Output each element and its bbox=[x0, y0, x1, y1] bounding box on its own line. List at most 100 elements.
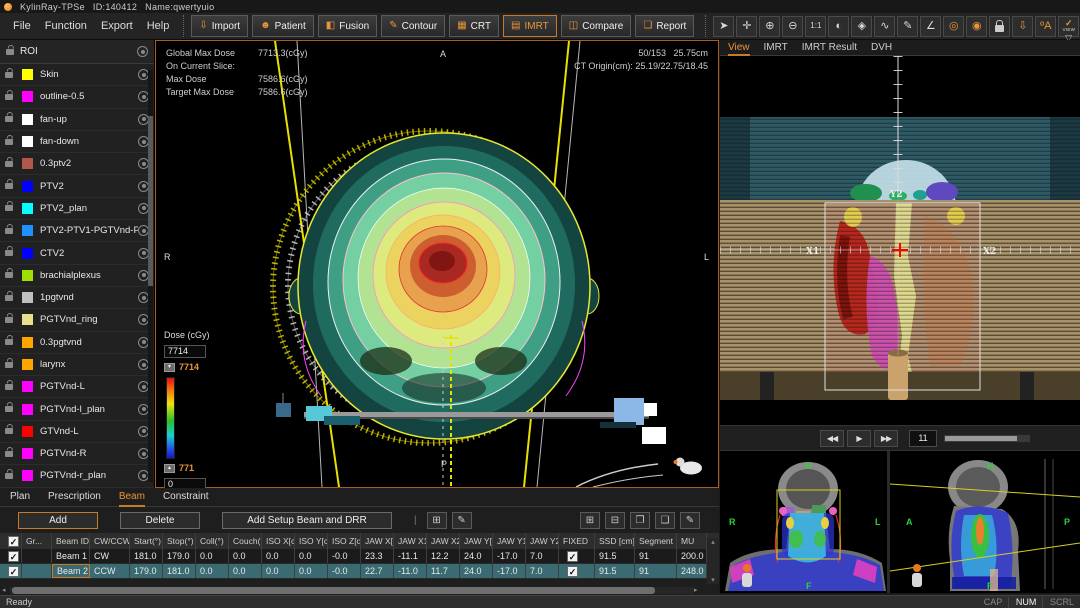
column-header-iso_y[interactable]: ISO Y[c... bbox=[295, 533, 328, 549]
roi-list-item[interactable]: brachialplexus bbox=[0, 265, 154, 287]
roi-lock-icon[interactable] bbox=[5, 317, 13, 323]
rewind-icon[interactable]: ◀◀ bbox=[820, 430, 844, 447]
cell-segment[interactable]: 91 bbox=[635, 564, 677, 578]
column-header-stop[interactable]: Stop(°) bbox=[163, 533, 196, 549]
roi-list-item[interactable]: fan-down bbox=[0, 131, 154, 153]
contrast-icon[interactable]: ◐ bbox=[828, 16, 849, 37]
roi-lock-icon[interactable] bbox=[5, 272, 13, 278]
font-annotation-icon[interactable]: ºA bbox=[1035, 16, 1056, 37]
dose-gradient-bar[interactable] bbox=[166, 377, 175, 459]
play-icon[interactable]: ▶ bbox=[847, 430, 871, 447]
beam-table-hscrollbar[interactable]: ◂▸ bbox=[2, 586, 702, 594]
edit-beam-template-icon[interactable]: ✎ bbox=[452, 512, 472, 529]
roi-list-item[interactable]: PTV2-PTV1-PGTVnd-PGTVn: bbox=[0, 220, 154, 242]
roi-lock-icon[interactable] bbox=[5, 473, 13, 479]
coronal-view[interactable]: H R L F bbox=[720, 451, 887, 593]
profile-icon[interactable]: ∿ bbox=[874, 16, 895, 37]
save-beam-template-icon[interactable]: ⊞ bbox=[427, 512, 447, 529]
cell-iso_x[interactable]: 0.0 bbox=[262, 564, 295, 578]
row-checkbox[interactable]: ✓ bbox=[8, 551, 19, 562]
cell-start[interactable]: 179.0 bbox=[130, 564, 163, 578]
column-header-segment[interactable]: Segment bbox=[635, 533, 677, 549]
cell-stop[interactable]: 179.0 bbox=[163, 549, 196, 563]
contour-module-button[interactable]: ✎Contour bbox=[381, 15, 445, 37]
cell-couch[interactable]: 0.0 bbox=[229, 549, 262, 563]
compare-module-button[interactable]: ◫Compare bbox=[561, 15, 632, 37]
roi-color-swatch[interactable] bbox=[22, 448, 33, 459]
roi-color-swatch[interactable] bbox=[22, 426, 33, 437]
roi-lock-icon[interactable] bbox=[5, 228, 13, 234]
column-header-iso_z[interactable]: ISO Z[c... bbox=[328, 533, 361, 549]
fusion-module-button[interactable]: ◧Fusion bbox=[318, 15, 377, 37]
menu-function[interactable]: Function bbox=[45, 20, 87, 32]
cell-fixed[interactable]: ✓ bbox=[559, 564, 595, 578]
row-checkbox[interactable]: ✓ bbox=[8, 566, 19, 577]
tab-imrt-result[interactable]: IMRT Result bbox=[802, 40, 857, 56]
remove-row-icon[interactable]: ⊟ bbox=[605, 512, 625, 529]
segment-slider[interactable] bbox=[943, 434, 1031, 443]
beam-table-row[interactable]: ✓Beam 2CCW179.0181.00.00.00.00.0-0.022.7… bbox=[0, 564, 719, 579]
column-header-jaw_y[interactable]: JAW Y[c... bbox=[460, 533, 493, 549]
roi-color-swatch[interactable] bbox=[22, 337, 33, 348]
fixed-checkbox[interactable]: ✓ bbox=[567, 551, 578, 562]
pointer-icon[interactable]: ➤ bbox=[713, 16, 734, 37]
roi-list-item[interactable]: GTVnd-L bbox=[0, 421, 154, 443]
cell-jaw_y[interactable]: 24.0 bbox=[460, 564, 493, 578]
angle-icon[interactable]: ∠ bbox=[920, 16, 941, 37]
roi-list-item[interactable]: PTV2_plan bbox=[0, 198, 154, 220]
cell-coll[interactable]: 0.0 bbox=[196, 564, 229, 578]
beam-table-vscrollbar[interactable]: ▴▾ bbox=[707, 538, 719, 584]
pan-icon[interactable]: ✛ bbox=[736, 16, 757, 37]
roi-color-swatch[interactable] bbox=[22, 91, 33, 102]
cell-mu[interactable]: 248.0 bbox=[677, 564, 707, 578]
actual-size-icon[interactable]: 1:1 bbox=[805, 16, 826, 37]
roi-color-swatch[interactable] bbox=[22, 470, 33, 481]
menu-export[interactable]: Export bbox=[101, 20, 133, 32]
roi-list-item[interactable]: PGTVnd-l_plan bbox=[0, 398, 154, 420]
roi-list-item[interactable]: PTV2 bbox=[0, 175, 154, 197]
cell-jaw_x1[interactable]: -11.1 bbox=[394, 549, 427, 563]
column-header-group[interactable]: Gr... bbox=[22, 533, 52, 549]
column-header-mu[interactable]: MU bbox=[677, 533, 707, 549]
roi-lock-icon[interactable] bbox=[5, 362, 13, 368]
sphere-icon[interactable]: ◉ bbox=[966, 16, 987, 37]
axial-ct-canvas[interactable]: A R L P bbox=[156, 41, 718, 487]
roi-list-item[interactable]: larynx bbox=[0, 354, 154, 376]
sagittal-view[interactable]: H A P F bbox=[890, 451, 1080, 593]
roi-color-swatch[interactable] bbox=[22, 359, 33, 370]
roi-lock-icon[interactable] bbox=[5, 139, 13, 145]
segment-number-field[interactable]: 11 bbox=[909, 430, 937, 447]
beam-eye-view[interactable]: X1 X2 Y2 bbox=[720, 56, 1080, 425]
cell-jaw_y[interactable]: 24.0 bbox=[460, 549, 493, 563]
roi-list-item[interactable]: 0.3pgtvnd bbox=[0, 332, 154, 354]
cell-jaw_x1[interactable]: -11.0 bbox=[394, 564, 427, 578]
cell-jaw_x2[interactable]: 11.7 bbox=[427, 564, 460, 578]
cell-segment[interactable]: 91 bbox=[635, 549, 677, 563]
fixed-checkbox[interactable]: ✓ bbox=[567, 566, 578, 577]
column-header-iso_x[interactable]: ISO X[c... bbox=[262, 533, 295, 549]
roi-lock-all-icon[interactable] bbox=[6, 49, 14, 55]
roi-lock-icon[interactable] bbox=[5, 406, 13, 412]
roi-list-item[interactable]: fan-up bbox=[0, 109, 154, 131]
tab-constraint[interactable]: Constraint bbox=[163, 488, 209, 507]
lock-icon[interactable] bbox=[989, 16, 1010, 37]
cell-iso_x[interactable]: 0.0 bbox=[262, 549, 295, 563]
roi-color-swatch[interactable] bbox=[22, 381, 33, 392]
column-header-jaw_y2[interactable]: JAW Y2... bbox=[526, 533, 559, 549]
cell-jaw_x[interactable]: 22.7 bbox=[361, 564, 394, 578]
roi-list-item[interactable]: PGTVnd-R bbox=[0, 443, 154, 465]
zoom-out-icon[interactable]: ⊖ bbox=[782, 16, 803, 37]
roi-lock-icon[interactable] bbox=[5, 384, 13, 390]
cell-cw_ccw[interactable]: CCW bbox=[90, 564, 130, 578]
roi-color-swatch[interactable] bbox=[22, 203, 33, 214]
roi-color-swatch[interactable] bbox=[22, 158, 33, 169]
fast-forward-icon[interactable]: ▶▶ bbox=[874, 430, 898, 447]
imrt-module-button[interactable]: ▤IMRT bbox=[503, 15, 557, 37]
roi-lock-icon[interactable] bbox=[5, 205, 13, 211]
delete-beam-button[interactable]: Delete bbox=[120, 512, 200, 529]
rotate-3d-icon[interactable]: ◈ bbox=[851, 16, 872, 37]
column-header-jaw_x[interactable]: JAW X[... bbox=[361, 533, 394, 549]
roi-lock-icon[interactable] bbox=[5, 183, 13, 189]
measure-icon[interactable]: ✎ bbox=[897, 16, 918, 37]
cell-couch[interactable]: 0.0 bbox=[229, 564, 262, 578]
